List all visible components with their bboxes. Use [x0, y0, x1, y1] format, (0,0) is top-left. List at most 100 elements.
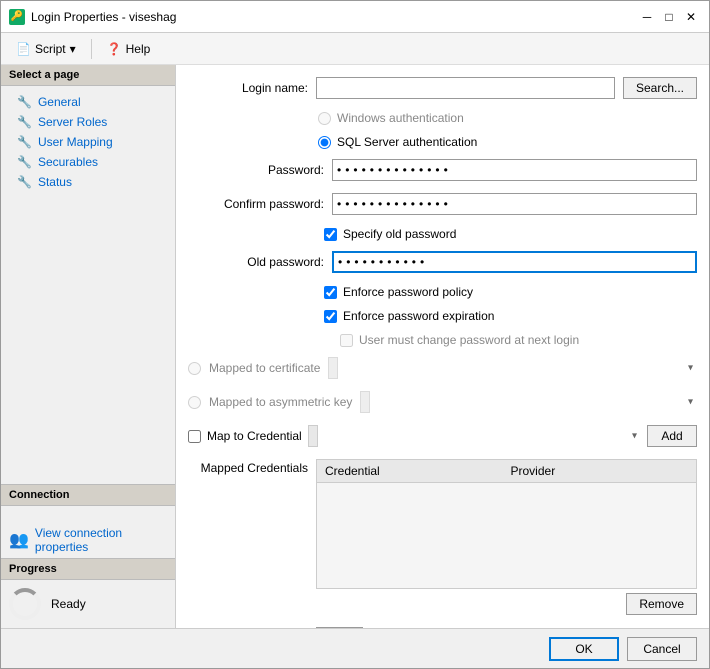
password-label: Password:	[188, 163, 324, 177]
toolbar-separator	[91, 39, 92, 59]
ok-button[interactable]: OK	[549, 637, 619, 661]
sidebar-item-server-roles[interactable]: 🔧 Server Roles	[1, 112, 175, 132]
map-to-credential-arrow: ▾	[632, 431, 637, 442]
progress-section: Progress	[1, 558, 175, 580]
securables-icon: 🔧	[17, 155, 32, 169]
sql-auth-label: SQL Server authentication	[337, 135, 477, 149]
remove-btn-wrapper: Remove	[316, 593, 697, 615]
password-row: Password:	[188, 159, 697, 181]
ready-label: Ready	[51, 597, 86, 611]
confirm-password-row: Confirm password:	[188, 193, 697, 215]
map-to-credential-row: Map to Credential ▾ Add	[188, 425, 697, 447]
credentials-section: Mapped Credentials Credential Provider R…	[188, 459, 697, 615]
connection-section: Connection	[1, 484, 175, 506]
login-name-label: Login name:	[188, 81, 308, 95]
sidebar-item-general-label: General	[38, 95, 81, 109]
mapped-to-asym-dropdown-wrapper: ▾	[360, 391, 697, 413]
login-name-row: Login name: Search...	[188, 77, 697, 99]
script-label: Script	[35, 42, 66, 56]
title-bar: 🔑 Login Properties - viseshag ─ □ ✕	[1, 1, 709, 33]
sidebar: Select a page 🔧 General 🔧 Server Roles 🔧…	[1, 65, 176, 628]
sql-auth-row: SQL Server authentication	[318, 135, 697, 149]
map-to-credential-label: Map to Credential	[207, 429, 302, 443]
remove-button[interactable]: Remove	[626, 593, 697, 615]
enforce-policy-row: Enforce password policy	[324, 285, 697, 299]
enforce-expiration-label: Enforce password expiration	[343, 309, 494, 323]
help-button[interactable]: ❓ Help	[100, 39, 158, 59]
user-must-change-checkbox[interactable]	[340, 334, 353, 347]
maximize-button[interactable]: □	[659, 7, 679, 27]
mapped-to-cert-radio[interactable]	[188, 362, 201, 375]
map-to-credential-dropdown[interactable]	[308, 425, 318, 447]
user-must-change-row: User must change password at next login	[340, 333, 697, 347]
mapped-to-cert-arrow: ▾	[688, 363, 693, 374]
connection-icon: 👥	[9, 530, 29, 550]
windows-auth-label: Windows authentication	[337, 111, 464, 125]
window-icon: 🔑	[9, 9, 25, 25]
cancel-button[interactable]: Cancel	[627, 637, 697, 661]
default-database-dropdown[interactable]: master	[316, 627, 363, 628]
user-mapping-icon: 🔧	[17, 135, 32, 149]
window-title: Login Properties - viseshag	[31, 10, 176, 24]
view-connection-label: View connection properties	[35, 526, 167, 554]
enforce-policy-label: Enforce password policy	[343, 285, 473, 299]
provider-col-header: Provider	[507, 462, 693, 480]
sidebar-flex: Select a page 🔧 General 🔧 Server Roles 🔧…	[1, 65, 175, 628]
mapped-to-cert-dropdown-wrapper: ▾	[328, 357, 697, 379]
sidebar-item-status[interactable]: 🔧 Status	[1, 172, 175, 192]
select-page-section: Select a page	[1, 65, 175, 86]
mapped-to-cert-dropdown[interactable]	[328, 357, 338, 379]
script-dropdown-icon: ▾	[70, 42, 76, 56]
user-must-change-label: User must change password at next login	[359, 333, 579, 347]
map-to-credential-dropdown-wrapper: ▾	[308, 425, 641, 447]
confirm-password-input[interactable]	[332, 193, 697, 215]
credentials-body	[317, 483, 696, 583]
mapped-to-cert-label: Mapped to certificate	[209, 361, 320, 375]
help-icon: ❓	[107, 42, 122, 56]
specify-old-password-label: Specify old password	[343, 227, 456, 241]
mapped-to-asym-dropdown[interactable]	[360, 391, 370, 413]
title-bar-controls: ─ □ ✕	[637, 7, 701, 27]
sidebar-item-user-mapping[interactable]: 🔧 User Mapping	[1, 132, 175, 152]
main-area: Select a page 🔧 General 🔧 Server Roles 🔧…	[1, 65, 709, 628]
old-password-input[interactable]	[332, 251, 697, 273]
script-icon: 📄	[16, 42, 31, 56]
windows-auth-radio[interactable]	[318, 112, 331, 125]
progress-content: Ready	[1, 580, 175, 628]
enforce-expiration-checkbox[interactable]	[324, 310, 337, 323]
specify-old-password-checkbox[interactable]	[324, 228, 337, 241]
add-button[interactable]: Add	[647, 425, 697, 447]
title-bar-left: 🔑 Login Properties - viseshag	[9, 9, 176, 25]
help-label: Help	[126, 42, 151, 56]
view-connection-link[interactable]: 👥 View connection properties	[1, 522, 175, 558]
sidebar-item-user-mapping-label: User Mapping	[38, 135, 113, 149]
mapped-to-asym-radio[interactable]	[188, 396, 201, 409]
search-button[interactable]: Search...	[623, 77, 697, 99]
old-password-row: Old password:	[188, 251, 697, 273]
server-roles-icon: 🔧	[17, 115, 32, 129]
credentials-table-wrapper: Credential Provider Remove	[316, 459, 697, 615]
credential-col-header: Credential	[321, 462, 507, 480]
map-to-credential-checkbox[interactable]	[188, 430, 201, 443]
confirm-password-label: Confirm password:	[188, 197, 324, 211]
sidebar-item-server-roles-label: Server Roles	[38, 115, 107, 129]
login-name-input[interactable]	[316, 77, 615, 99]
sql-auth-radio[interactable]	[318, 136, 331, 149]
mapped-credentials-label: Mapped Credentials	[201, 461, 308, 475]
bottom-bar: OK Cancel	[1, 628, 709, 668]
enforce-expiration-row: Enforce password expiration	[324, 309, 697, 323]
progress-spinner	[9, 588, 41, 620]
toolbar: 📄 Script ▾ ❓ Help	[1, 33, 709, 65]
mapped-to-asym-arrow: ▾	[688, 397, 693, 408]
close-button[interactable]: ✕	[681, 7, 701, 27]
sidebar-item-securables[interactable]: 🔧 Securables	[1, 152, 175, 172]
sidebar-item-general[interactable]: 🔧 General	[1, 92, 175, 112]
minimize-button[interactable]: ─	[637, 7, 657, 27]
password-input[interactable]	[332, 159, 697, 181]
old-password-label: Old password:	[188, 255, 324, 269]
credentials-header: Credential Provider	[317, 460, 696, 483]
status-icon: 🔧	[17, 175, 32, 189]
enforce-policy-checkbox[interactable]	[324, 286, 337, 299]
script-button[interactable]: 📄 Script ▾	[9, 39, 83, 59]
sidebar-items: 🔧 General 🔧 Server Roles 🔧 User Mapping …	[1, 86, 175, 198]
